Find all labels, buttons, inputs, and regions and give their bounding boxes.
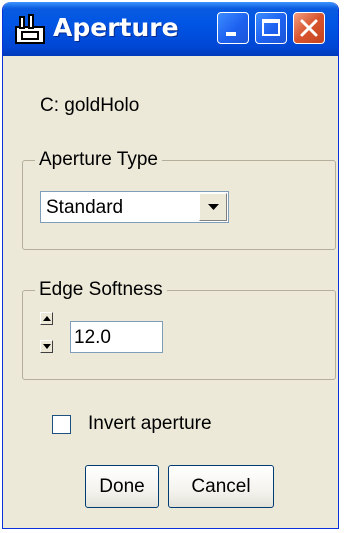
window-title: Aperture — [53, 13, 179, 42]
done-button[interactable]: Done — [85, 465, 159, 508]
close-button[interactable] — [293, 12, 325, 44]
edge-softness-value: 12.0 — [74, 327, 111, 348]
invert-aperture-checkbox[interactable] — [52, 415, 71, 434]
maximize-icon — [262, 19, 280, 36]
dropdown-arrow-button[interactable] — [199, 193, 227, 221]
aperture-app-icon — [14, 13, 46, 45]
aperture-type-dropdown[interactable]: Standard — [40, 191, 229, 223]
arrow-down-icon — [43, 344, 51, 349]
close-icon — [300, 19, 318, 37]
title-bar[interactable]: Aperture — [3, 2, 338, 56]
chevron-down-icon — [208, 204, 219, 210]
increment-button[interactable] — [40, 312, 53, 325]
invert-aperture-label[interactable]: Invert aperture — [88, 413, 212, 435]
edge-softness-group: Edge Softness 12.0 — [22, 279, 336, 380]
decrement-button[interactable] — [40, 340, 53, 353]
minimize-button[interactable] — [217, 12, 249, 44]
aperture-type-group-label: Aperture Type — [35, 149, 163, 171]
arrow-up-icon — [43, 316, 51, 321]
cancel-button[interactable]: Cancel — [168, 465, 274, 508]
aperture-window: Aperture C: goldHolo Aperture Type Stand… — [2, 2, 339, 529]
edge-softness-group-label: Edge Softness — [35, 279, 167, 301]
minimize-icon — [226, 32, 236, 36]
camera-label: C: goldHolo — [40, 95, 140, 116]
edge-softness-input[interactable]: 12.0 — [70, 321, 163, 353]
aperture-type-selected: Standard — [46, 197, 124, 218]
maximize-button[interactable] — [255, 12, 287, 44]
aperture-type-group: Aperture Type Standard — [22, 149, 336, 250]
